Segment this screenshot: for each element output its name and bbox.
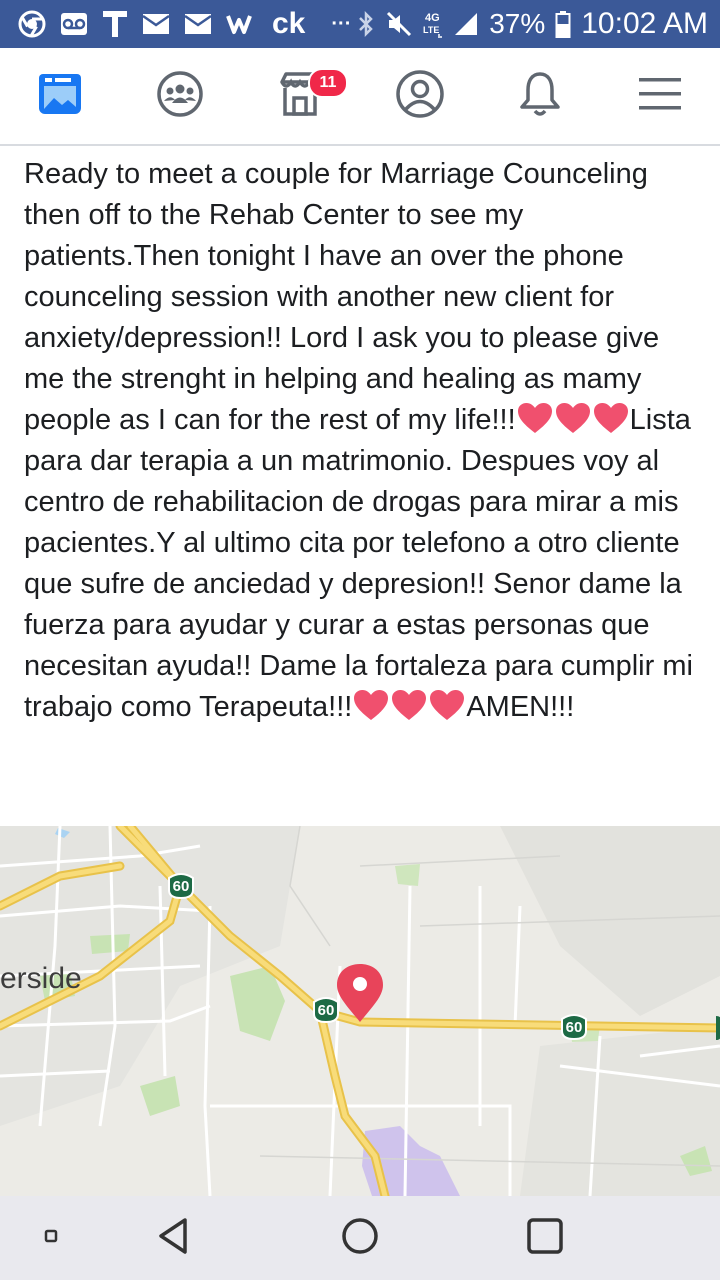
marketplace-badge: 11 — [308, 68, 348, 98]
post-text-english: Ready to meet a couple for Marriage Coun… — [24, 158, 660, 436]
heart-emoji-icon — [352, 688, 390, 722]
overview-button[interactable] — [500, 1196, 590, 1280]
recents-small-button[interactable] — [6, 1196, 96, 1280]
svg-text:LTE: LTE — [423, 25, 439, 35]
clock: 10:02 AM — [581, 7, 708, 40]
heart-emoji-icon — [428, 688, 466, 722]
overview-icon — [525, 1216, 565, 1261]
tab-notifications[interactable] — [490, 48, 590, 144]
tab-marketplace[interactable]: 11 — [250, 48, 350, 144]
highway-shield-label: 60 — [565, 1019, 583, 1036]
bluetooth-icon — [357, 9, 375, 39]
back-button[interactable] — [130, 1196, 220, 1280]
tab-profile[interactable] — [370, 48, 470, 144]
post-text-amen: AMEN!!! — [466, 691, 575, 723]
walmart-icon — [226, 9, 258, 39]
app-notification-text: ck — [272, 7, 306, 40]
status-bar: ck ··· 4G LTE 37% 10:02 AM — [0, 0, 720, 48]
location-map[interactable]: 60 60 60 erside — [0, 826, 720, 1196]
mute-icon — [385, 9, 413, 39]
heart-emoji-icon — [554, 401, 592, 435]
heart-emoji-icon — [390, 688, 428, 722]
highway-shield-label: 60 — [172, 878, 190, 895]
more-notifications-icon: ··· — [331, 13, 352, 35]
chrome-icon — [18, 9, 46, 39]
tab-news-feed[interactable] — [10, 48, 110, 144]
voicemail-icon — [60, 9, 88, 39]
android-nav-bar — [0, 1196, 720, 1280]
home-icon — [340, 1216, 380, 1261]
home-button[interactable] — [315, 1196, 405, 1280]
bell-icon — [517, 70, 563, 123]
mail-icon — [184, 9, 212, 39]
post-text-spanish: Lista para dar terapia a un matrimonio. … — [24, 404, 693, 723]
back-icon — [155, 1216, 195, 1261]
location-pin-icon[interactable] — [335, 962, 385, 1024]
news-feed-icon — [37, 72, 83, 121]
signal-icon — [453, 9, 479, 39]
tmobile-icon — [102, 9, 128, 39]
svg-text:4G: 4G — [425, 12, 440, 24]
post-body: Ready to meet a couple for Marriage Coun… — [24, 154, 704, 728]
battery-percent: 37% — [489, 8, 546, 39]
highway-shield: 60 — [559, 1013, 589, 1041]
groups-icon — [156, 70, 204, 123]
small-square-icon — [44, 1229, 58, 1248]
post-text: Ready to meet a couple for Marriage Coun… — [24, 154, 704, 728]
mail-icon — [142, 9, 170, 39]
4g-lte-icon: 4G LTE — [423, 9, 443, 39]
tab-groups[interactable] — [130, 48, 230, 144]
map-place-label: erside — [0, 962, 82, 995]
highway-shield: 60 — [166, 872, 196, 900]
heart-emoji-icon — [516, 401, 554, 435]
hamburger-icon — [637, 74, 683, 119]
tab-menu[interactable] — [610, 48, 710, 144]
profile-icon — [395, 69, 445, 124]
heart-emoji-icon — [592, 401, 630, 435]
battery-icon — [555, 9, 571, 39]
top-nav-bar: 11 — [0, 48, 720, 146]
